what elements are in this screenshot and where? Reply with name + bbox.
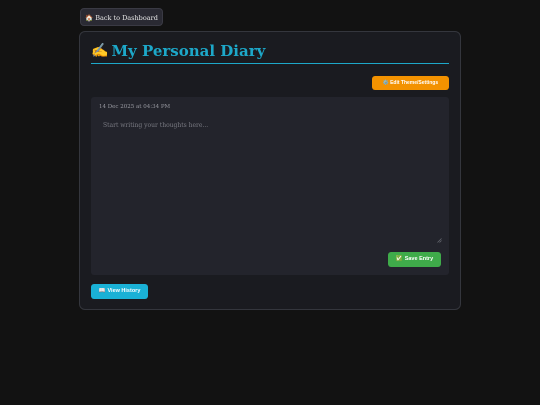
view-history-label: View History bbox=[107, 288, 141, 294]
back-to-dashboard-button[interactable]: 🏠 Back to Dashboard bbox=[80, 8, 163, 26]
diary-header: ✍️ My Personal Diary bbox=[91, 40, 449, 64]
diary-entry-textarea[interactable] bbox=[97, 116, 441, 244]
textarea-resize-handle-icon[interactable] bbox=[437, 238, 442, 243]
save-entry-label: Save Entry bbox=[404, 256, 434, 262]
checkmark-icon: ✅ bbox=[395, 256, 403, 262]
writing-hand-icon: ✍️ bbox=[91, 43, 109, 59]
edit-theme-settings-button[interactable]: ⚙️Edit Theme/Settings bbox=[372, 76, 449, 90]
save-entry-button[interactable]: ✅ Save Entry bbox=[388, 252, 441, 267]
book-icon: 📖 bbox=[98, 288, 106, 294]
diary-card: ✍️ My Personal Diary ⚙️Edit Theme/Setting… bbox=[79, 31, 461, 310]
view-history-button[interactable]: 📖 View History bbox=[91, 284, 148, 299]
house-icon: 🏠 bbox=[85, 14, 94, 22]
page-title: My Personal Diary bbox=[111, 42, 266, 60]
edit-theme-settings-label: Edit Theme/Settings bbox=[390, 80, 439, 86]
entry-timestamp: 14 Dec 2025 at 04:34 PM bbox=[99, 104, 171, 110]
back-to-dashboard-label: Back to Dashboard bbox=[95, 14, 158, 22]
gear-icon: ⚙️ bbox=[382, 80, 390, 86]
diary-entry-editor: 14 Dec 2025 at 04:34 PM ✅Save Entry bbox=[91, 97, 449, 275]
